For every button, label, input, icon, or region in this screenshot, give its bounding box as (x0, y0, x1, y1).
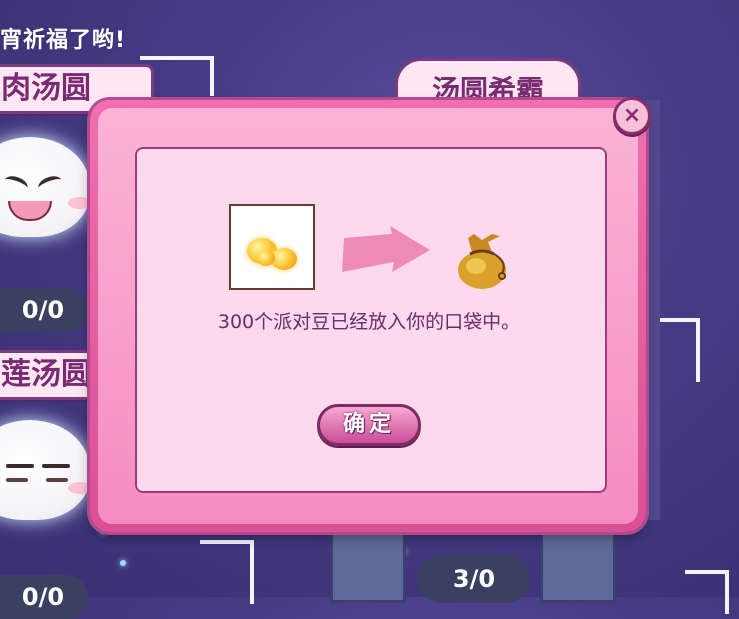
blush (68, 197, 92, 209)
party-bean-icon (257, 250, 275, 266)
confirm-button[interactable]: 确定 (317, 404, 421, 446)
eye (6, 464, 34, 468)
eye (2, 173, 30, 195)
eye (42, 464, 70, 468)
dumpling-laughing[interactable] (0, 137, 92, 237)
building-window (540, 520, 616, 603)
eye (6, 478, 28, 482)
fret-ornament (200, 540, 254, 604)
star-sparkle (120, 560, 126, 566)
arrow-right-icon (342, 226, 430, 272)
party-beans-item (229, 204, 315, 290)
fret-ornament (685, 570, 729, 614)
pocket-bag-icon (458, 234, 506, 289)
close-button[interactable]: × (613, 97, 651, 135)
mouth (8, 201, 52, 221)
dumpling-counter: 0/0 (0, 288, 88, 332)
eye (46, 478, 68, 482)
eye (36, 173, 64, 195)
blush (68, 482, 92, 494)
event-title-text: 宵祈福了哟! (0, 28, 127, 53)
reward-message: 300个派对豆已经放入你的口袋中。 (217, 311, 521, 333)
dumpling-counter: 0/0 (0, 575, 88, 619)
building-window (330, 520, 406, 603)
bottom-counter: 3/0 (418, 555, 530, 603)
dumpling-squinting[interactable] (0, 420, 92, 520)
